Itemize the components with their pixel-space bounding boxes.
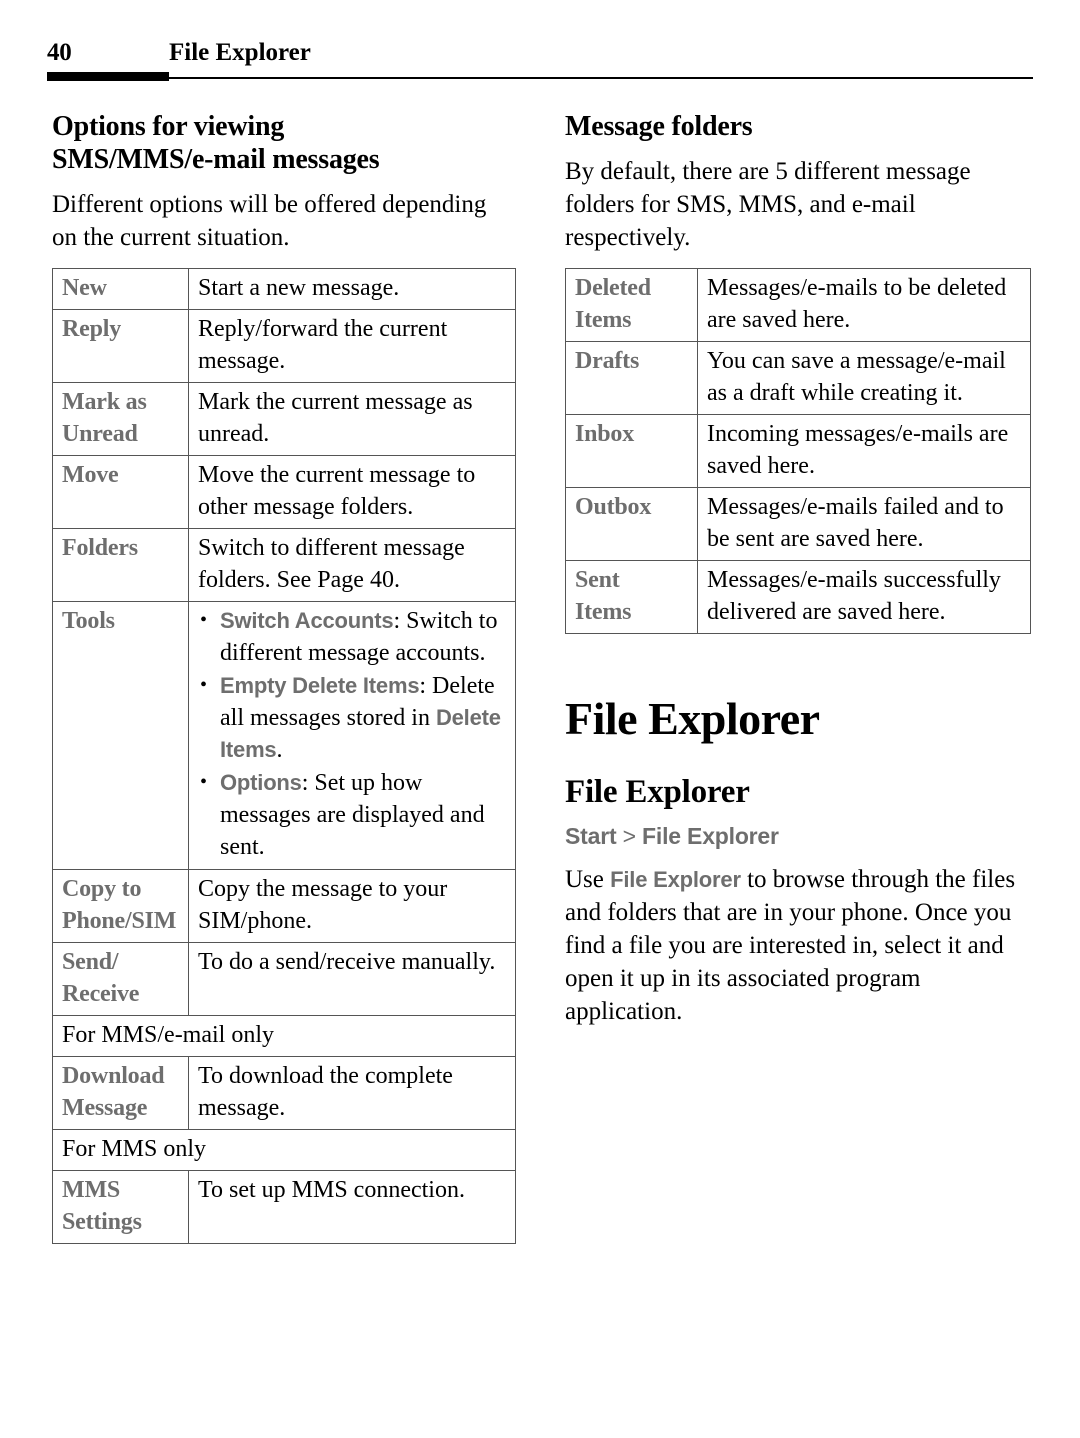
option-desc: Mark the current message as unread. bbox=[188, 382, 516, 456]
ui-term: Options bbox=[220, 770, 302, 795]
option-term-line1: MMS bbox=[62, 1177, 121, 1203]
option-term-line1: Download bbox=[62, 1063, 165, 1089]
message-folders-table: Deleted Items Messages/e-mails to be del… bbox=[565, 268, 1031, 634]
option-term: Reply bbox=[52, 309, 189, 383]
folder-desc: Messages/e-mails failed and to be sent a… bbox=[697, 487, 1031, 561]
option-desc: Move the current message to other messag… bbox=[188, 455, 516, 529]
folder-term-line1: Sent bbox=[575, 567, 620, 593]
folder-term-line2: Items bbox=[575, 599, 632, 625]
ui-term: Empty Delete Items bbox=[220, 673, 420, 698]
table-row: New Start a new message. bbox=[52, 268, 516, 310]
option-term-line1: Send/ bbox=[62, 949, 119, 975]
option-term: MMS Settings bbox=[52, 1170, 189, 1244]
option-term-line2: Unread bbox=[62, 421, 138, 447]
folder-term: Deleted Items bbox=[565, 268, 698, 342]
option-desc-bullets: Switch Accounts: Switch to different mes… bbox=[188, 601, 516, 870]
chapter-name: File Explorer bbox=[169, 39, 311, 66]
option-desc: Copy the message to your SIM/phone. bbox=[188, 869, 516, 943]
table-row: Download Message To download the complet… bbox=[52, 1056, 516, 1130]
table-row: MMS Settings To set up MMS connection. bbox=[52, 1170, 516, 1244]
option-term: Tools bbox=[52, 601, 189, 870]
section-note: For MMS only bbox=[52, 1129, 516, 1171]
table-row: Inbox Incoming messages/e-mails are save… bbox=[565, 414, 1031, 488]
option-term-line1: Copy to bbox=[62, 876, 142, 902]
folder-desc: Messages/e-mails to be deleted are saved… bbox=[697, 268, 1031, 342]
ui-term-inline: File Explorer bbox=[610, 867, 741, 892]
list-item: Options: Set up how messages are display… bbox=[200, 766, 508, 863]
table-row: Sent Items Messages/e-mails successfully… bbox=[565, 560, 1031, 634]
topic-heading: File Explorer bbox=[565, 774, 750, 810]
option-term: Send/ Receive bbox=[52, 942, 189, 1016]
header-rule-thin bbox=[47, 77, 1033, 79]
manual-page: 40 File Explorer Options for viewing SMS… bbox=[0, 0, 1080, 1438]
breadcrumb-separator: > bbox=[622, 823, 636, 849]
table-row: Deleted Items Messages/e-mails to be del… bbox=[565, 268, 1031, 342]
folder-term-line1: Deleted bbox=[575, 275, 651, 301]
folder-desc: Messages/e-mails successfully delivered … bbox=[697, 560, 1031, 634]
option-desc: Start a new message. bbox=[188, 268, 516, 310]
section-heading-options: Options for viewing SMS/MMS/e-mail messa… bbox=[52, 110, 516, 176]
section-note: For MMS/e-mail only bbox=[52, 1015, 516, 1057]
desc-pre: Use bbox=[565, 866, 611, 893]
table-row: Folders Switch to different message fold… bbox=[52, 528, 516, 602]
table-row: Send/ Receive To do a send/receive manua… bbox=[52, 942, 516, 1016]
header-rule-thick bbox=[47, 72, 169, 81]
option-term-line2: Message bbox=[62, 1095, 148, 1121]
option-term-line2: Settings bbox=[62, 1209, 142, 1235]
ui-term: Switch Accounts bbox=[220, 608, 394, 633]
list-item: Empty Delete Items: Delete all messages … bbox=[200, 669, 508, 766]
breadcrumb-item-start: Start bbox=[565, 823, 617, 849]
breadcrumb-item-file-explorer: File Explorer bbox=[642, 823, 779, 849]
table-row: Reply Reply/forward the current message. bbox=[52, 309, 516, 383]
folder-term-line2: Items bbox=[575, 307, 632, 333]
option-term-line2: Receive bbox=[62, 981, 140, 1007]
table-row: Drafts You can save a message/e-mail as … bbox=[565, 341, 1031, 415]
page-number: 40 bbox=[47, 39, 72, 66]
file-explorer-description: Use File Explorer to browse through the … bbox=[565, 863, 1031, 1028]
table-row: Move Move the current message to other m… bbox=[52, 455, 516, 529]
message-folders-intro: By default, there are 5 different messag… bbox=[565, 158, 971, 251]
section-heading-line1: Options for viewing bbox=[52, 111, 285, 142]
option-term: Mark as Unread bbox=[52, 382, 189, 456]
table-row-span: For MMS only bbox=[52, 1129, 516, 1171]
table-row: Outbox Messages/e-mails failed and to be… bbox=[565, 487, 1031, 561]
option-term: Copy to Phone/SIM bbox=[52, 869, 189, 943]
option-term: Download Message bbox=[52, 1056, 189, 1130]
option-desc: To do a send/receive manually. bbox=[188, 942, 516, 1016]
section-heading-message-folders: Message folders bbox=[565, 111, 753, 142]
folder-term: Sent Items bbox=[565, 560, 698, 634]
table-row: Copy to Phone/SIM Copy the message to yo… bbox=[52, 869, 516, 943]
folder-term: Drafts bbox=[565, 341, 698, 415]
table-row-span: For MMS/e-mail only bbox=[52, 1015, 516, 1057]
left-column: Options for viewing SMS/MMS/e-mail messa… bbox=[52, 110, 516, 1244]
options-intro-paragraph: Different options will be offered depend… bbox=[52, 191, 487, 251]
option-term: Move bbox=[52, 455, 189, 529]
chapter-title: File Explorer bbox=[565, 693, 820, 744]
option-desc: To download the complete message. bbox=[188, 1056, 516, 1130]
list-item: Switch Accounts: Switch to different mes… bbox=[200, 604, 508, 669]
folder-term: Inbox bbox=[565, 414, 698, 488]
folder-term: Outbox bbox=[565, 487, 698, 561]
option-term-line1: Mark as bbox=[62, 389, 147, 415]
tools-bullet-list: Switch Accounts: Switch to different mes… bbox=[198, 604, 508, 863]
table-row: Mark as Unread Mark the current message … bbox=[52, 382, 516, 456]
options-table: New Start a new message. Reply Reply/for… bbox=[52, 268, 516, 1244]
table-row: Tools Switch Accounts: Switch to differe… bbox=[52, 601, 516, 870]
option-term: Folders bbox=[52, 528, 189, 602]
option-desc: Reply/forward the current message. bbox=[188, 309, 516, 383]
page-header: 40 File Explorer bbox=[47, 38, 1033, 88]
list-item-text-tail: . bbox=[276, 737, 283, 763]
folder-desc: Incoming messages/e-mails are saved here… bbox=[697, 414, 1031, 488]
option-term-line2: Phone/SIM bbox=[62, 908, 177, 934]
folder-desc: You can save a message/e-mail as a draft… bbox=[697, 341, 1031, 415]
section-heading-line2: SMS/MMS/e-mail messages bbox=[52, 144, 380, 175]
right-column: Message folders By default, there are 5 … bbox=[565, 110, 1031, 1042]
option-term: New bbox=[52, 268, 189, 310]
option-desc: To set up MMS connection. bbox=[188, 1170, 516, 1244]
breadcrumb: Start > File Explorer bbox=[565, 822, 1031, 850]
option-desc: Switch to different message folders. See… bbox=[188, 528, 516, 602]
